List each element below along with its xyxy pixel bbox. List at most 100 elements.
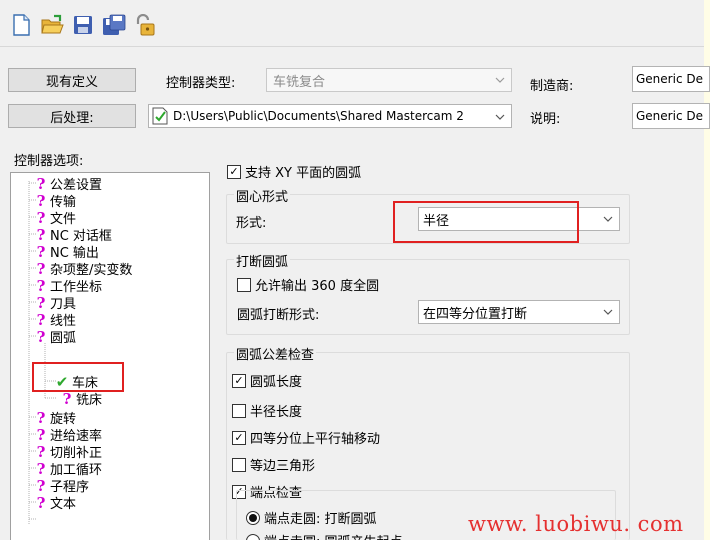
break-form-select[interactable]: 在四等分位置打断 [418,300,620,324]
post-path-value: D:\Users\Public\Documents\Shared Masterc… [173,109,464,123]
question-mark-icon: ? [36,459,46,478]
radio-break-arc[interactable]: 端点走圆: 打断圆弧 [246,508,377,527]
tree-item-canned-cycles[interactable]: ? 加工循环 [35,459,102,479]
question-mark-icon: ? [36,174,46,193]
question-mark-icon: ? [36,259,46,278]
tree-item-label: 圆弧 [50,331,77,346]
tree-item-files[interactable]: ? 文件 [35,208,76,228]
break-form-value: 在四等分位置打断 [423,306,528,322]
new-file-button[interactable] [8,13,33,38]
question-mark-icon: ? [36,493,46,512]
open-button[interactable] [39,13,64,38]
radio-generate-start[interactable]: 端点走圆: 圆弧产生起点 [246,531,403,540]
tree-item-text[interactable]: ? 文本 [35,493,77,513]
chevron-down-icon [495,77,505,83]
tree-item-linear[interactable]: ? 线性 [35,311,76,330]
tree-item-arc[interactable]: ? 圆弧 [35,327,77,347]
open-folder-icon [40,14,64,34]
lock-icon [136,14,154,36]
checkbox-box [232,457,246,472]
question-mark-icon: ? [36,276,46,295]
question-mark-icon: ? [36,327,46,346]
description-label: 说明: [530,112,561,127]
arc-tolerance-group-title: 圆弧公差检查 [234,344,317,363]
controller-type-select[interactable]: 车铣复合 [266,68,512,92]
description-field[interactable]: Generic De [632,103,710,129]
question-mark-icon: ? [36,208,46,227]
description-value: Generic De [636,109,703,123]
manufacturer-value: Generic De [636,72,703,86]
tree-item-nc-output[interactable]: ? NC 输出 [35,243,99,262]
controller-type-value: 车铣复合 [273,74,326,90]
radius-length-label: 半径长度 [250,405,303,420]
tree-item-rotary[interactable]: ? 旋转 [35,408,76,428]
support-xy-arc-label: 支持 XY 平面的圆弧 [245,166,362,181]
tree-item-work-coordinates[interactable]: ? 工作坐标 [35,276,102,296]
manufacturer-label: 制造商: [530,79,574,94]
document-check-icon [152,107,168,125]
save-as-button[interactable] [101,13,126,38]
post-processor-label: 后处理: [50,110,94,126]
question-mark-icon: ? [36,225,46,244]
allow-360-label: 允许输出 360 度全圆 [255,279,380,294]
support-xy-arc-checkbox[interactable]: ✓ 支持 XY 平面的圆弧 [227,162,361,181]
toolbar-divider [0,46,704,47]
equilateral-checkbox[interactable]: 等边三角形 [232,455,315,474]
radius-length-checkbox[interactable]: 半径长度 [232,401,302,420]
tree-item-subprograms[interactable]: ? 子程序 [35,477,89,496]
center-form-group-title: 圆心形式 [234,186,291,205]
save-as-icon [102,14,125,35]
checkbox-box [232,403,246,418]
radio-generate-start-label: 端点走圆: 圆弧产生起点 [264,531,403,540]
allow-360-checkbox[interactable]: 允许输出 360 度全圆 [237,275,379,294]
post-processor-button[interactable]: 后处理: [8,104,136,128]
quadrant-move-checkbox[interactable]: ✓ 四等分位上平行轴移动 [232,428,380,447]
save-button[interactable] [70,13,95,38]
question-mark-icon: ? [36,425,46,444]
tree-item-misc-variables[interactable]: ? 杂项整/实变数 [35,259,133,279]
radio-button [246,510,260,525]
controller-options-title: 控制器选项: [14,154,84,169]
controller-options-tree[interactable]: ? 公差设置 ? 传输 ? 文件 ? NC 对话框 ? NC 输出 ? 杂项整/实变数 ? 工… [10,172,210,540]
break-arc-group-title: 打断圆弧 [234,251,291,270]
toolbar [8,10,157,40]
controller-type-label: 控制器类型: [166,76,236,91]
break-form-label: 圆弧打断形式: [237,308,320,323]
post-path-select[interactable]: D:\Users\Public\Documents\Shared Masterc… [148,104,512,128]
center-form-highlight [393,201,579,243]
arc-length-checkbox[interactable]: ✓ 圆弧长度 [232,371,302,390]
checkbox-box [237,277,251,292]
chevron-down-icon [603,216,613,222]
radio-button [246,533,260,540]
manufacturer-field[interactable]: Generic De [632,66,710,92]
center-form-label: 形式: [236,216,267,231]
quadrant-move-label: 四等分位上平行轴移动 [250,432,381,447]
existing-definition-button[interactable]: 现有定义 [8,68,136,92]
question-mark-icon: ? [36,293,46,312]
checkbox-box: ✓ [232,373,246,388]
tree-item-transfer[interactable]: ? 传输 [35,192,76,211]
lock-button[interactable] [132,13,157,38]
tree-item-mill[interactable]: ? 铣床 [61,389,102,409]
question-mark-icon: ? [36,442,46,461]
equilateral-label: 等边三角形 [250,459,316,474]
question-mark-icon: ? [36,408,46,427]
existing-definition-label: 现有定义 [45,74,98,90]
checkbox-box: ✓ [227,164,241,179]
site-watermark: www. luobiwu. com [468,512,684,536]
tree-item-nc-dialog[interactable]: ? NC 对话框 [35,225,112,245]
tree-item-tolerance[interactable]: ? 公差设置 [35,174,102,194]
arc-length-label: 圆弧长度 [250,375,303,390]
tree-item-label: 文本 [50,497,77,512]
new-file-icon [12,14,30,36]
question-mark-icon: ? [62,389,72,408]
checkbox-box: ✓ [232,430,246,445]
tree-item-feedrate[interactable]: ? 进给速率 [35,425,102,445]
tree-item-cutter-comp[interactable]: ? 切削补正 [35,442,102,462]
tree-item-tools[interactable]: ? 刀具 [35,293,76,313]
save-icon [73,16,92,34]
chevron-down-icon [495,114,505,120]
lathe-highlight [32,362,124,392]
chevron-down-icon [603,309,613,315]
radio-break-arc-label: 端点走圆: 打断圆弧 [264,512,377,527]
